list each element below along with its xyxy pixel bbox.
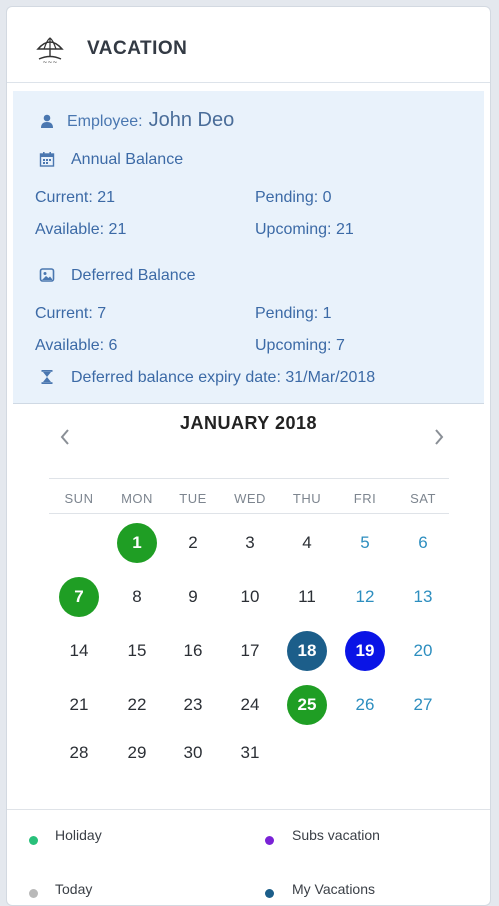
deferred-balance-title: Deferred Balance bbox=[71, 267, 196, 284]
deferred-upcoming-value: 7 bbox=[335, 337, 345, 354]
weekday-sat: SAT bbox=[410, 491, 436, 506]
calendar-divider-bottom bbox=[49, 513, 449, 514]
deferred-pending-label: Pending: bbox=[255, 305, 319, 322]
calendar-day-11[interactable]: 11 bbox=[287, 577, 327, 617]
deferred-upcoming: Upcoming: 7 bbox=[255, 337, 345, 355]
deferred-current-label: Current: bbox=[35, 305, 93, 322]
calendar-day-3[interactable]: 3 bbox=[230, 523, 270, 563]
deferred-upcoming-label: Upcoming: bbox=[255, 337, 332, 354]
calendar-day-20[interactable]: 20 bbox=[403, 631, 443, 671]
deferred-current-value: 7 bbox=[97, 305, 107, 322]
calendar-day-1[interactable]: 1 bbox=[117, 523, 157, 563]
weekday-fri: FRI bbox=[353, 491, 377, 506]
annual-available: Available: 21 bbox=[35, 221, 126, 239]
calendar-day-31[interactable]: 31 bbox=[230, 733, 270, 773]
subs-vacation-legend-dot bbox=[265, 836, 274, 845]
card-title: VACATION bbox=[87, 38, 188, 59]
user-icon bbox=[41, 114, 53, 128]
legend-subs-vacation: Subs vacation bbox=[292, 827, 380, 843]
holiday-legend-dot bbox=[29, 836, 38, 845]
expiry-date: 31/Mar/2018 bbox=[285, 369, 376, 386]
employee-name: John Deo bbox=[148, 109, 235, 131]
weekday-wed: WED bbox=[234, 491, 266, 506]
calendar-day-30[interactable]: 30 bbox=[173, 733, 213, 773]
calendar-day-19[interactable]: 19 bbox=[345, 631, 385, 671]
calendar-day-8[interactable]: 8 bbox=[117, 577, 157, 617]
calendar-day-25[interactable]: 25 bbox=[287, 685, 327, 725]
calendar-day-18[interactable]: 18 bbox=[287, 631, 327, 671]
calendar-day-17[interactable]: 17 bbox=[230, 631, 270, 671]
deferred-available-label: Available: bbox=[35, 337, 105, 354]
deferred-available-value: 6 bbox=[108, 337, 118, 354]
annual-upcoming-label: Upcoming: bbox=[255, 221, 332, 238]
umbrella-globe-icon: ~~~ bbox=[36, 37, 64, 65]
calendar-day-15[interactable]: 15 bbox=[117, 631, 157, 671]
deferred-pending: Pending: 1 bbox=[255, 305, 332, 323]
today-legend-dot bbox=[29, 889, 38, 898]
calendar-day-16[interactable]: 16 bbox=[173, 631, 213, 671]
employee-row: Employee: John Deo bbox=[67, 109, 234, 132]
calendar-icon bbox=[39, 152, 55, 167]
deferred-available: Available: 6 bbox=[35, 337, 117, 355]
annual-available-value: 21 bbox=[108, 221, 127, 238]
calendar-day-29[interactable]: 29 bbox=[117, 733, 157, 773]
calendar-day-13[interactable]: 13 bbox=[403, 577, 443, 617]
calendar-day-22[interactable]: 22 bbox=[117, 685, 157, 725]
annual-balance-title: Annual Balance bbox=[71, 151, 184, 168]
next-month-button[interactable] bbox=[431, 427, 447, 447]
weekday-tue: TUE bbox=[179, 491, 207, 506]
calendar-day-6[interactable]: 6 bbox=[403, 523, 443, 563]
weekday-thu: THU bbox=[292, 491, 322, 506]
calendar-day-2[interactable]: 2 bbox=[173, 523, 213, 563]
image-icon bbox=[39, 268, 55, 282]
calendar-day-28[interactable]: 28 bbox=[59, 733, 99, 773]
calendar-day-21[interactable]: 21 bbox=[59, 685, 99, 725]
calendar-day-5[interactable]: 5 bbox=[345, 523, 385, 563]
svg-text:~~~: ~~~ bbox=[42, 59, 57, 65]
calendar-day-10[interactable]: 10 bbox=[230, 577, 270, 617]
calendar-month-title: JANUARY 2018 bbox=[179, 413, 318, 433]
expiry-row: Deferred balance expiry date: 31/Mar/201… bbox=[71, 369, 375, 387]
annual-pending: Pending: 0 bbox=[255, 189, 332, 207]
calendar-day-4[interactable]: 4 bbox=[287, 523, 327, 563]
calendar-divider-top bbox=[49, 478, 449, 479]
vacation-card: ~~~ VACATION Employee: John Deo Annual Ba… bbox=[6, 6, 491, 906]
weekday-sun: SUN bbox=[64, 491, 94, 506]
annual-available-label: Available: bbox=[35, 221, 105, 238]
legend-holiday: Holiday bbox=[55, 827, 102, 843]
annual-pending-label: Pending: bbox=[255, 189, 319, 206]
hourglass-icon bbox=[41, 370, 53, 384]
legend-today: Today bbox=[55, 881, 93, 897]
employee-label: Employee: bbox=[67, 113, 143, 130]
annual-current-value: 21 bbox=[97, 189, 116, 206]
deferred-current: Current: 7 bbox=[35, 305, 106, 323]
weekday-mon: MON bbox=[121, 491, 153, 506]
deferred-pending-value: 1 bbox=[322, 305, 332, 322]
calendar-day-27[interactable]: 27 bbox=[403, 685, 443, 725]
legend-my-vacations: My Vacations bbox=[292, 881, 375, 897]
calendar-day-23[interactable]: 23 bbox=[173, 685, 213, 725]
calendar-day-14[interactable]: 14 bbox=[59, 631, 99, 671]
calendar-day-26[interactable]: 26 bbox=[345, 685, 385, 725]
annual-upcoming: Upcoming: 21 bbox=[255, 221, 354, 239]
calendar-day-9[interactable]: 9 bbox=[173, 577, 213, 617]
legend-divider bbox=[7, 809, 490, 810]
calendar-day-12[interactable]: 12 bbox=[345, 577, 385, 617]
annual-current: Current: 21 bbox=[35, 189, 115, 207]
calendar-day-7[interactable]: 7 bbox=[59, 577, 99, 617]
annual-pending-value: 0 bbox=[322, 189, 332, 206]
my-vacations-legend-dot bbox=[265, 889, 274, 898]
calendar-day-24[interactable]: 24 bbox=[230, 685, 270, 725]
balance-panel: Employee: John Deo Annual Balance Current… bbox=[13, 91, 484, 404]
expiry-label: Deferred balance expiry date: bbox=[71, 369, 281, 386]
annual-current-label: Current: bbox=[35, 189, 93, 206]
annual-upcoming-value: 21 bbox=[335, 221, 354, 238]
card-header: ~~~ VACATION bbox=[7, 7, 490, 83]
